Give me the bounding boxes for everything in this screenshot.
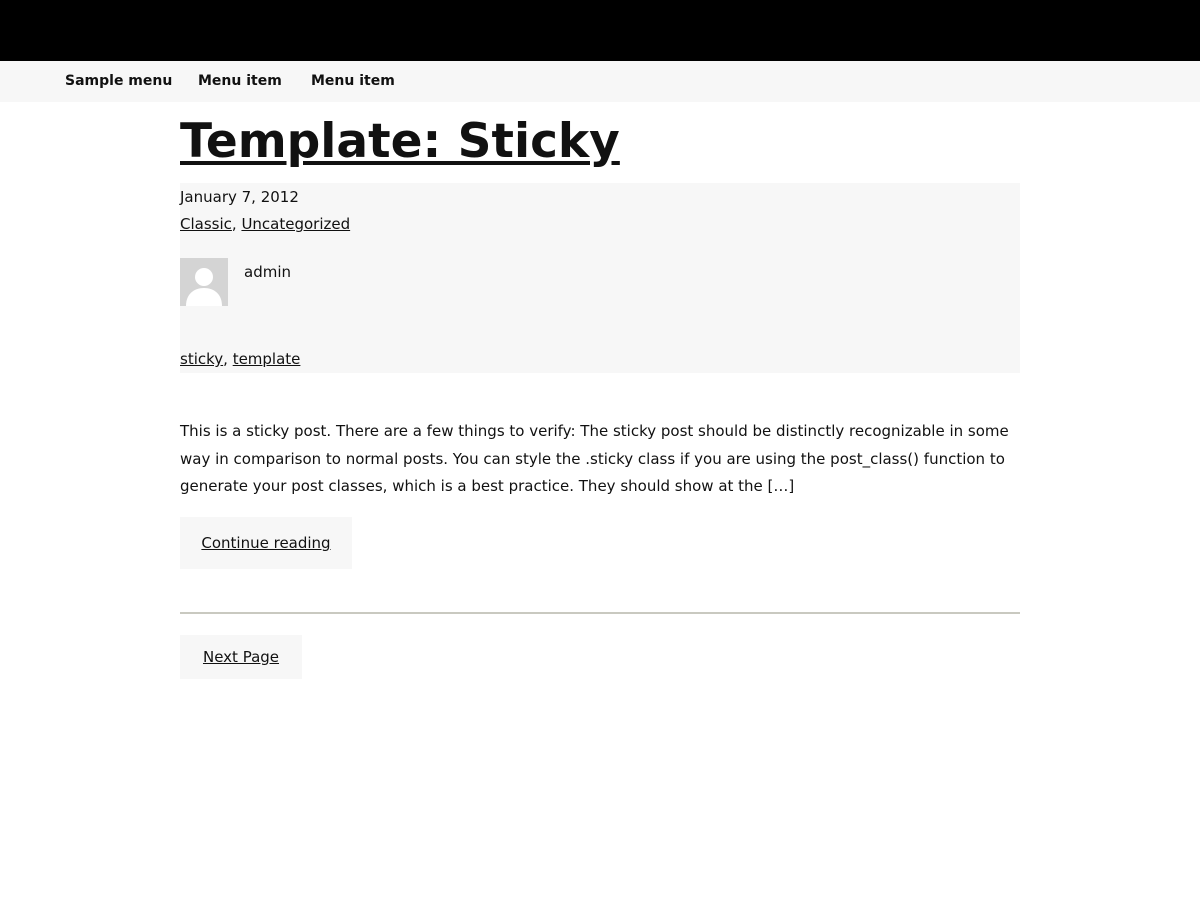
next-page-button[interactable]: Next Page [180,635,302,679]
nav-item-menu-item-1[interactable]: Menu item [198,61,282,102]
section-divider [180,612,1020,614]
category-separator: , [231,215,242,233]
tag-link-template[interactable]: template [233,350,301,368]
category-link-uncategorized[interactable]: Uncategorized [241,215,350,233]
post-categories: Classic, Uncategorized [180,214,350,234]
tag-link-sticky[interactable]: sticky [180,350,223,368]
post-author: admin [244,263,291,281]
avatar-silhouette-icon [180,258,228,306]
nav-item-sample-menu[interactable]: Sample menu [65,61,172,102]
post-title-link[interactable]: Template: Sticky [180,114,620,169]
post-meta: January 7, 2012 Classic, Uncategorized a… [180,183,1020,373]
nav-item-menu-item-2[interactable]: Menu item [311,61,395,102]
post-tags: sticky, template [180,349,300,369]
user-avatar-placeholder-icon [180,258,228,306]
post-date: January 7, 2012 [180,188,299,206]
tag-separator: , [223,350,233,368]
header-bar [0,0,1200,61]
primary-nav: Sample menu Menu item Menu item [0,61,1200,102]
post-title: Template: Sticky [180,112,620,172]
post-excerpt: This is a sticky post. There are a few t… [180,422,1009,495]
category-link-classic[interactable]: Classic [180,215,232,233]
continue-reading-button[interactable]: Continue reading [180,517,352,569]
